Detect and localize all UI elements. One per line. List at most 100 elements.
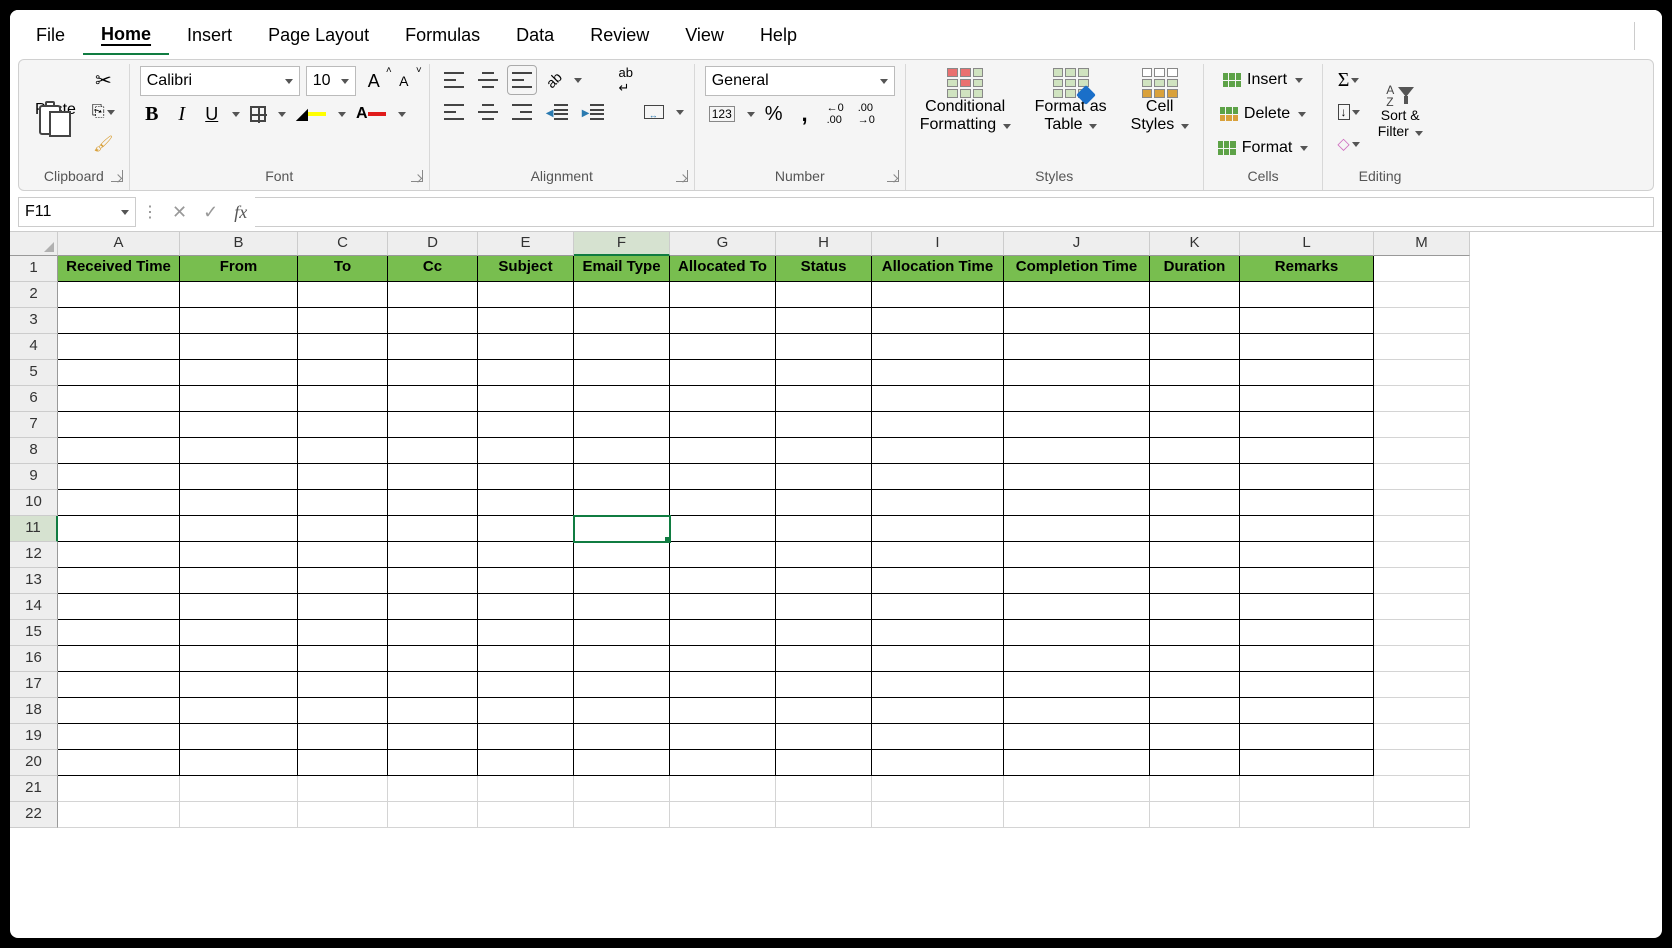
format-cells-button[interactable]: Format — [1214, 134, 1313, 162]
cell[interactable] — [298, 282, 388, 308]
cell[interactable] — [1004, 802, 1150, 828]
cell[interactable] — [1150, 282, 1240, 308]
cell[interactable]: Status — [776, 256, 872, 282]
cell[interactable] — [1374, 802, 1470, 828]
cell[interactable] — [478, 568, 574, 594]
insert-cells-button[interactable]: Insert — [1214, 66, 1313, 94]
cell[interactable] — [1374, 594, 1470, 620]
cell[interactable] — [1150, 698, 1240, 724]
cell[interactable] — [180, 672, 298, 698]
cell[interactable] — [574, 490, 670, 516]
cell[interactable] — [1150, 542, 1240, 568]
increase-indent-button[interactable]: ▶ — [578, 98, 608, 126]
cell[interactable] — [180, 724, 298, 750]
cell[interactable] — [58, 594, 180, 620]
cell[interactable] — [298, 360, 388, 386]
cell[interactable] — [58, 750, 180, 776]
cell[interactable] — [1150, 672, 1240, 698]
cell[interactable] — [1150, 490, 1240, 516]
cell[interactable] — [670, 594, 776, 620]
select-all-corner[interactable] — [10, 232, 58, 256]
cell[interactable] — [1240, 698, 1374, 724]
cell[interactable] — [478, 646, 574, 672]
cell[interactable] — [1240, 568, 1374, 594]
row-header-4[interactable]: 4 — [10, 334, 58, 360]
row-header-11[interactable]: 11 — [10, 516, 58, 542]
dialog-launcher-icon[interactable] — [411, 170, 423, 182]
cell[interactable] — [388, 386, 478, 412]
tab-help[interactable]: Help — [742, 17, 815, 54]
cell[interactable] — [1374, 360, 1470, 386]
cell[interactable] — [574, 412, 670, 438]
cell[interactable] — [872, 620, 1004, 646]
cell[interactable] — [180, 802, 298, 828]
cell[interactable] — [180, 594, 298, 620]
tab-view[interactable]: View — [667, 17, 742, 54]
cell[interactable] — [388, 672, 478, 698]
cell[interactable] — [478, 542, 574, 568]
cell[interactable] — [1374, 568, 1470, 594]
cell[interactable] — [388, 776, 478, 802]
format-painter-button[interactable]: 🖌 — [88, 130, 119, 158]
cell[interactable] — [670, 698, 776, 724]
cell[interactable] — [670, 490, 776, 516]
column-header-F[interactable]: F — [574, 232, 670, 256]
row-header-12[interactable]: 12 — [10, 542, 58, 568]
cell[interactable] — [872, 516, 1004, 542]
cell[interactable] — [872, 360, 1004, 386]
cell[interactable] — [776, 464, 872, 490]
cell[interactable] — [388, 282, 478, 308]
cell[interactable] — [670, 568, 776, 594]
cell[interactable] — [670, 438, 776, 464]
cell[interactable] — [388, 516, 478, 542]
cell[interactable] — [180, 490, 298, 516]
cell[interactable] — [872, 334, 1004, 360]
cell[interactable] — [478, 360, 574, 386]
cell[interactable] — [180, 438, 298, 464]
cell[interactable] — [478, 750, 574, 776]
cell[interactable] — [478, 672, 574, 698]
cell[interactable] — [1374, 386, 1470, 412]
cell[interactable] — [298, 750, 388, 776]
cell[interactable] — [180, 360, 298, 386]
cell[interactable] — [776, 724, 872, 750]
cell[interactable] — [478, 776, 574, 802]
tab-file[interactable]: File — [18, 17, 83, 54]
cell[interactable] — [1004, 438, 1150, 464]
cell[interactable] — [1374, 256, 1470, 282]
cell[interactable] — [1004, 724, 1150, 750]
accounting-format-button[interactable]: 123 — [705, 100, 739, 128]
chevron-down-icon[interactable] — [398, 112, 406, 117]
align-middle-button[interactable] — [474, 66, 502, 94]
tab-home[interactable]: Home — [83, 16, 169, 55]
cell[interactable] — [776, 282, 872, 308]
cell[interactable] — [1004, 490, 1150, 516]
row-header-22[interactable]: 22 — [10, 802, 58, 828]
cell[interactable] — [670, 750, 776, 776]
cell[interactable] — [388, 490, 478, 516]
align-center-button[interactable] — [474, 98, 502, 126]
dialog-launcher-icon[interactable] — [887, 170, 899, 182]
cell[interactable] — [478, 308, 574, 334]
cell[interactable] — [1374, 724, 1470, 750]
comma-button[interactable]: , — [793, 100, 817, 128]
cell[interactable] — [1374, 620, 1470, 646]
cell[interactable] — [670, 282, 776, 308]
cell[interactable] — [670, 334, 776, 360]
cell[interactable] — [872, 542, 1004, 568]
cell[interactable] — [180, 516, 298, 542]
column-header-A[interactable]: A — [58, 232, 180, 256]
row-header-5[interactable]: 5 — [10, 360, 58, 386]
cell[interactable]: To — [298, 256, 388, 282]
cell[interactable] — [670, 360, 776, 386]
cell[interactable] — [1240, 464, 1374, 490]
cell[interactable] — [1374, 282, 1470, 308]
cell[interactable] — [1004, 334, 1150, 360]
cell[interactable] — [180, 776, 298, 802]
cell[interactable] — [776, 490, 872, 516]
decrease-font-button[interactable]: A˅ — [392, 67, 416, 95]
cell[interactable] — [776, 568, 872, 594]
row-header-18[interactable]: 18 — [10, 698, 58, 724]
row-header-8[interactable]: 8 — [10, 438, 58, 464]
cell[interactable] — [574, 464, 670, 490]
